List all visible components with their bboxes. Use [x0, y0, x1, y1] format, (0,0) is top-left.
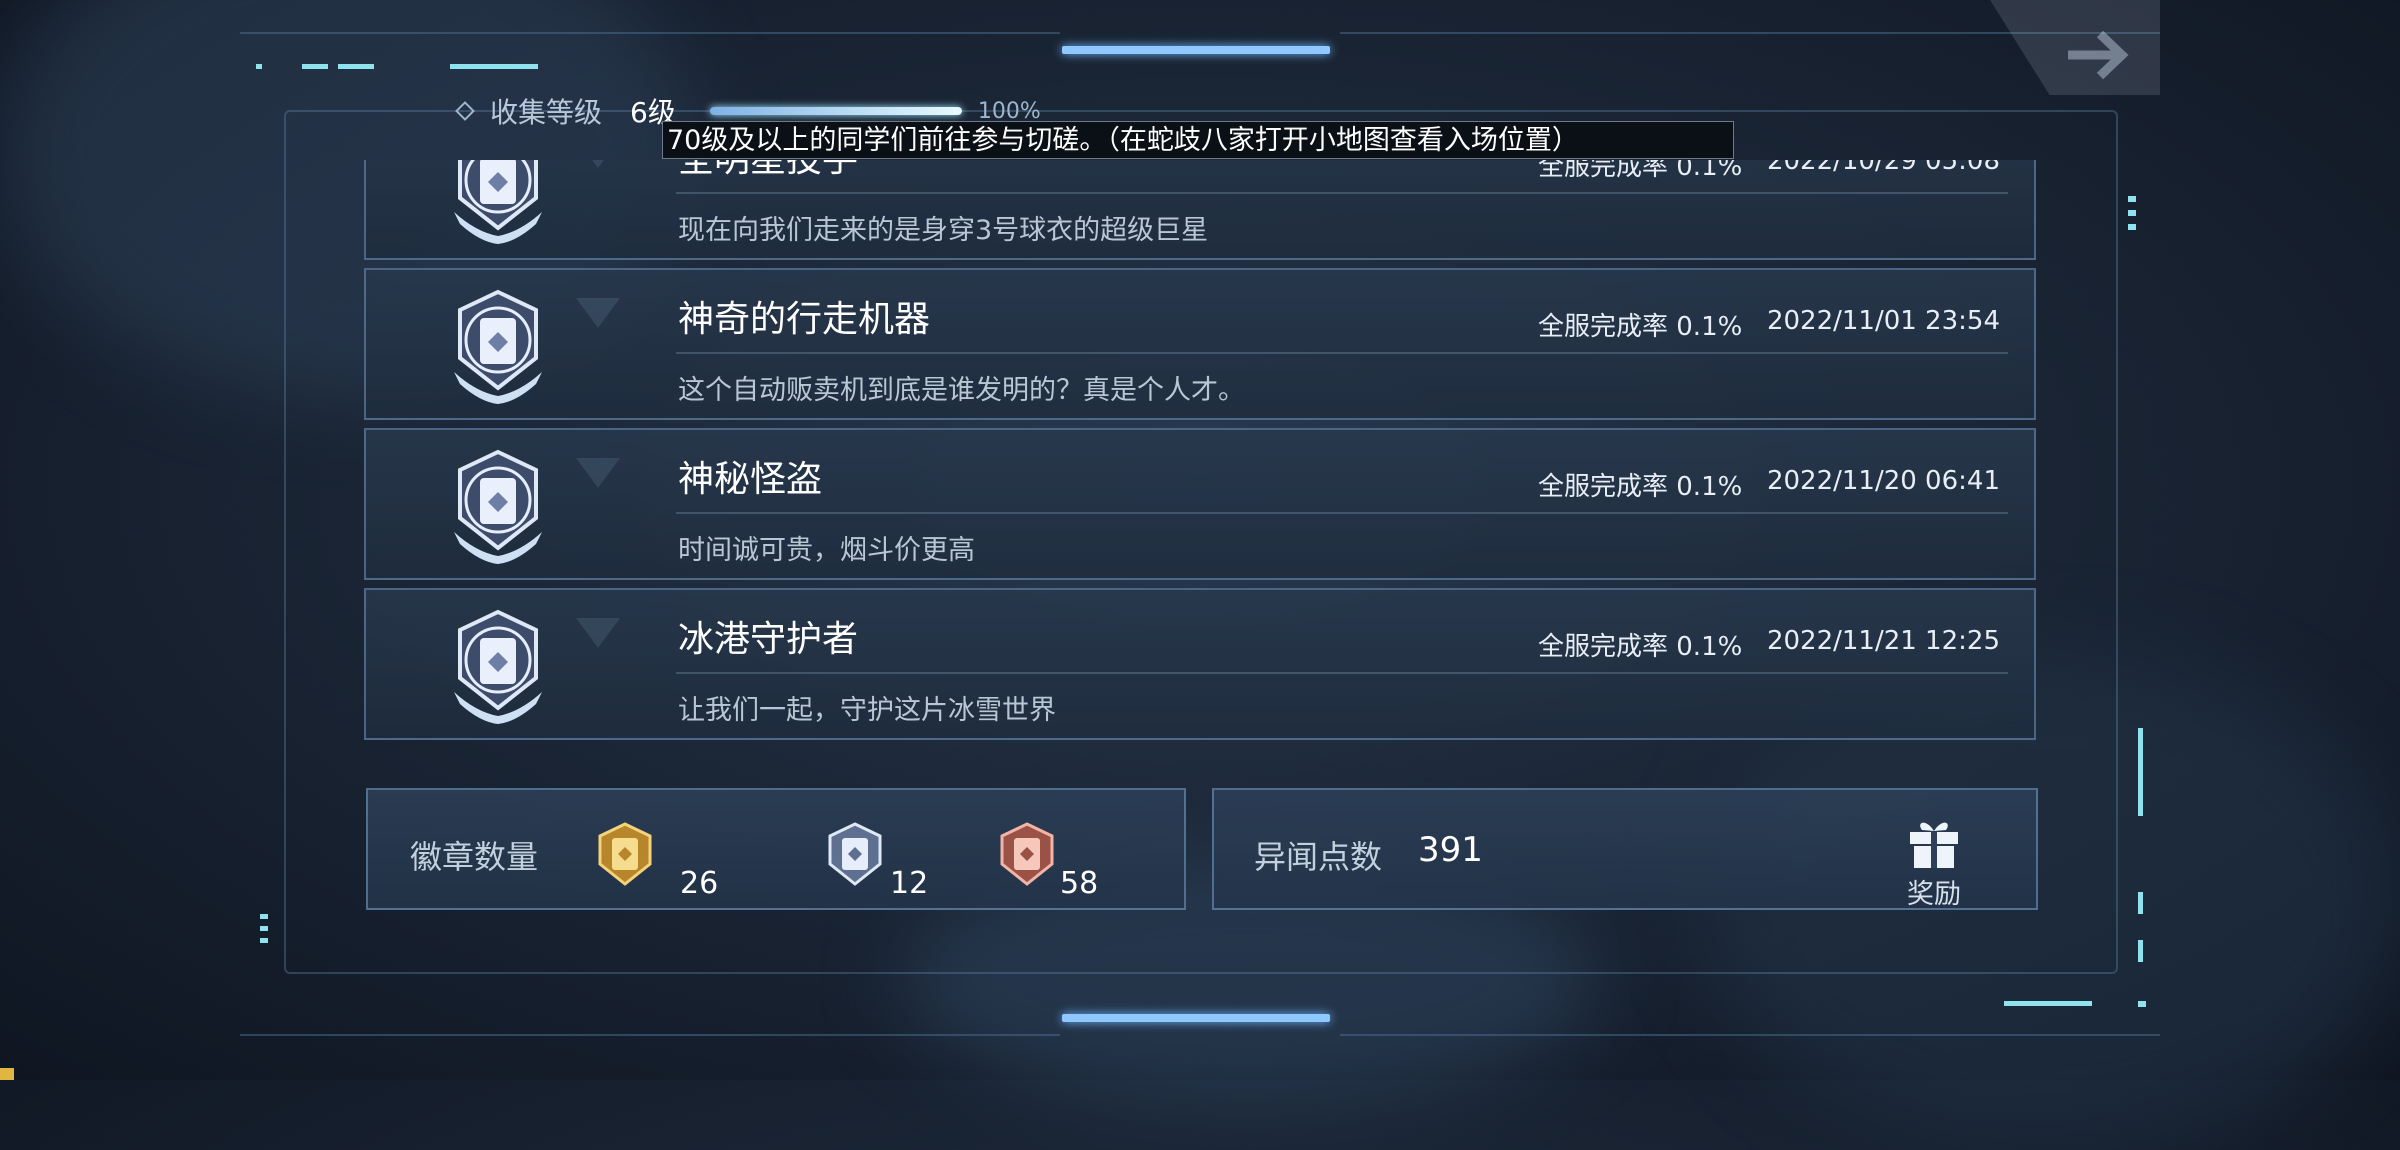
level-progress-fill [709, 107, 962, 115]
deco-line [2138, 940, 2143, 962]
achievement-row[interactable]: 神秘怪盗 全服完成率 0.1% 2022/11/20 06:41 时间诚可贵，烟… [364, 428, 2036, 580]
badge-count-panel: 徽章数量 26 12 58 [366, 788, 1186, 910]
completion-rate: 全服完成率 0.1% [1538, 160, 1743, 182]
deco-dash [338, 64, 374, 69]
achievement-description: 这个自动贩卖机到底是谁发明的？真是个人才。 [678, 375, 1245, 406]
achievement-list-inner: 全明星投手 全服完成率 0.1% 2022/10/29 05:08 现在向我们走… [364, 160, 2036, 748]
achievement-title: 神奇的行走机器 [678, 299, 931, 340]
deco-dash [2004, 1001, 2092, 1006]
bottom-bar [1062, 1014, 1330, 1022]
bronze-badge-icon [1000, 822, 1054, 886]
deco-dash [260, 926, 268, 931]
achievement-description: 现在向我们走来的是身穿3号球衣的超级巨星 [678, 215, 1209, 246]
triangle-marker [576, 160, 620, 168]
achievement-date: 2022/11/01 23:54 [1766, 306, 2000, 336]
gift-icon [1910, 822, 1958, 868]
deco-dash [2128, 224, 2136, 230]
silver-badge-count: 12 [890, 866, 929, 901]
completion-rate: 全服完成率 0.1% [1538, 312, 1743, 342]
deco-dash [2138, 1001, 2146, 1007]
level-progress-bar [709, 107, 962, 115]
achievement-list[interactable]: 全明星投手 全服完成率 0.1% 2022/10/29 05:08 现在向我们走… [364, 160, 2036, 766]
row-divider [676, 192, 2008, 194]
deco-dash [260, 938, 268, 943]
reward-label: 奖励 [1907, 879, 1961, 910]
achievement-date: 2022/11/21 12:25 [1766, 626, 2000, 656]
diamond-icon [455, 101, 475, 121]
deco-dash [2128, 196, 2136, 202]
triangle-marker [576, 618, 620, 648]
badge-icon [436, 604, 560, 728]
deco-dash [450, 64, 538, 69]
achievement-row[interactable]: 神奇的行走机器 全服完成率 0.1% 2022/11/01 23:54 这个自动… [364, 268, 2036, 420]
badge-icon [436, 444, 560, 568]
achievement-description: 让我们一起，守护这片冰雪世界 [678, 695, 1056, 726]
deco-dash [302, 64, 328, 69]
achievement-title: 冰港守护者 [678, 619, 859, 660]
badge-icon [436, 160, 560, 248]
achievement-row[interactable]: 冰港守护者 全服完成率 0.1% 2022/11/21 12:25 让我们一起，… [364, 588, 2036, 740]
badge-icon [436, 284, 560, 408]
corner-mark [0, 1068, 14, 1080]
top-bar [1062, 46, 1330, 54]
deco-dash [256, 64, 262, 69]
level-label: 收集等级 [490, 96, 603, 129]
row-divider [676, 672, 2008, 674]
frame-line [1340, 1034, 2160, 1036]
deco-line [2138, 892, 2143, 914]
badge-count-label: 徽章数量 [410, 838, 539, 876]
deco-dash [2128, 210, 2136, 216]
exit-button[interactable] [1990, 0, 2160, 95]
points-label: 异闻点数 [1254, 838, 1383, 876]
row-divider [676, 352, 2008, 354]
achievement-date: 2022/11/20 06:41 [1766, 466, 2000, 496]
completion-rate: 全服完成率 0.1% [1538, 632, 1743, 662]
achievement-description: 时间诚可贵，烟斗价更高 [678, 535, 975, 566]
gold-badge-count: 26 [680, 866, 719, 901]
level-progress-text: 100% [977, 98, 1041, 124]
deco-dash [260, 914, 268, 919]
silver-badge-icon [828, 822, 882, 886]
reward-button[interactable]: 奖励 [1894, 816, 1974, 910]
frame-line [240, 32, 1060, 34]
points-panel: 异闻点数 391 奖励 [1212, 788, 2038, 910]
points-value: 391 [1418, 830, 1483, 870]
exit-arrow-icon [2068, 30, 2129, 80]
triangle-marker [576, 298, 620, 328]
notice-banner: 70级及以上的同学们前往参与切磋。（在蛇歧八家打开小地图查看入场位置） [662, 121, 1734, 159]
frame-line [240, 1034, 1060, 1036]
triangle-marker [576, 458, 620, 488]
deco-line [2138, 728, 2143, 816]
achievement-row[interactable]: 全明星投手 全服完成率 0.1% 2022/10/29 05:08 现在向我们走… [364, 160, 2036, 260]
bronze-badge-count: 58 [1060, 866, 1099, 901]
gold-badge-icon [598, 822, 652, 886]
completion-rate: 全服完成率 0.1% [1538, 472, 1743, 502]
row-divider [676, 512, 2008, 514]
achievement-title: 全明星投手 [678, 160, 858, 182]
achievement-title: 神秘怪盗 [678, 459, 823, 500]
achievement-date: 2022/10/29 05:08 [1766, 160, 2000, 176]
